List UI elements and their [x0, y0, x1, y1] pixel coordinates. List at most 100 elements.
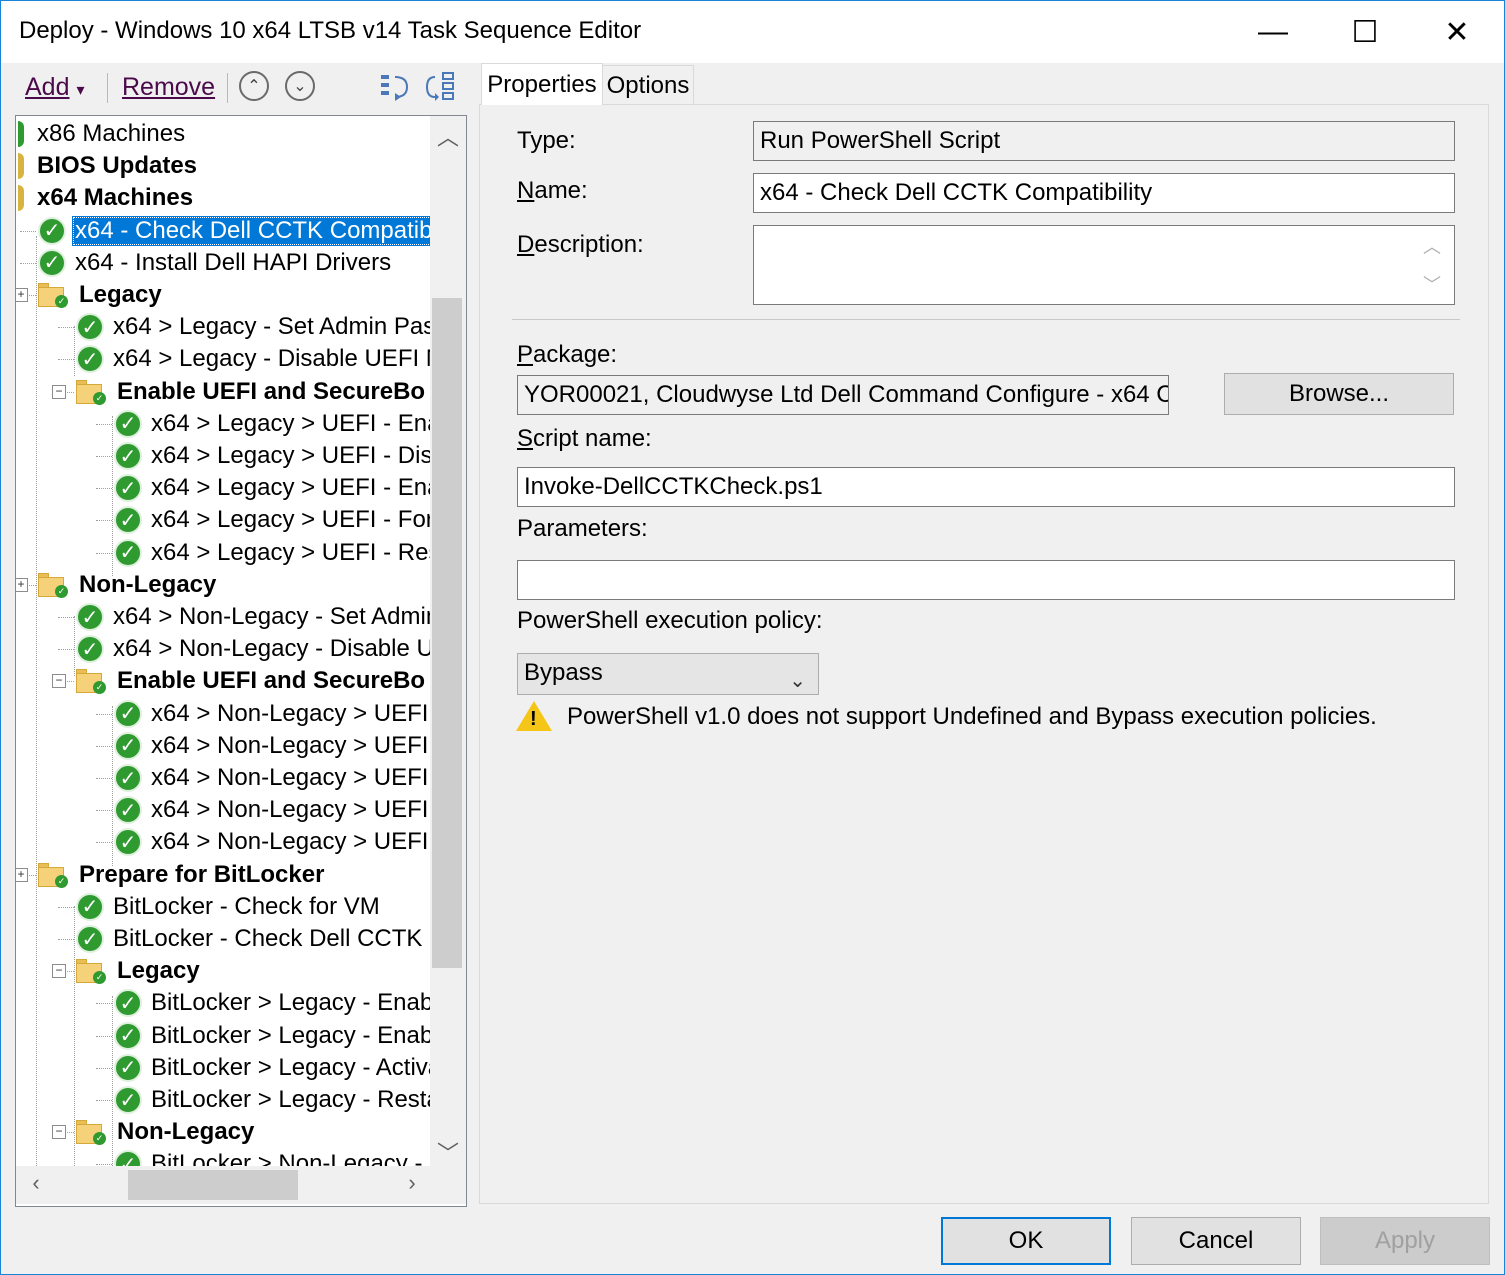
tree-step-item[interactable]: ✓ x64 > Non-Legacy > UEFI - E — [114, 699, 466, 729]
parameters-label: Parameters: — [517, 515, 648, 542]
description-textarea[interactable] — [753, 225, 1455, 305]
tree-vertical-scrollbar[interactable]: ︿ ﹀ — [430, 116, 466, 1166]
description-label: Description: — [517, 231, 644, 258]
tree-group-item[interactable]: ✓ Non-Legacy — [38, 570, 219, 600]
vertical-scroll-thumb[interactable] — [432, 298, 462, 968]
tree-step-item[interactable]: ✓ x64 > Non-Legacy - Disable UEF — [76, 634, 466, 664]
tree-view-icon[interactable] — [425, 71, 457, 103]
tree-step-item[interactable]: ✓ x64 > Legacy > UEFI - Enabl — [114, 473, 462, 503]
tree-step-item[interactable]: ✓ x64 - Install Dell HAPI Drivers — [38, 248, 394, 278]
tree-step-item[interactable]: ✓ BitLocker > Legacy - Restart — [114, 1085, 457, 1115]
tree-group-item[interactable]: ✓ Enable UEFI and SecureBo — [76, 666, 428, 696]
execution-policy-select[interactable]: Bypass ⌄ — [517, 653, 819, 695]
success-check-icon: ✓ — [76, 635, 104, 664]
tree-step-item[interactable]: ✓ BitLocker > Legacy - Enable — [114, 988, 455, 1018]
tree-step-item[interactable]: x86 Machines — [18, 119, 188, 149]
script-name-label: Script name: — [517, 425, 652, 452]
tree-step-item[interactable]: ✓ BitLocker - Check Dell CCTK Cor — [76, 924, 466, 954]
tree-expander-icon[interactable]: − — [52, 384, 66, 399]
maximize-button[interactable]: ☐ — [1319, 1, 1411, 63]
scroll-right-icon[interactable]: › — [400, 1170, 424, 1196]
close-button[interactable]: ✕ — [1411, 1, 1503, 63]
tree-expander-icon[interactable]: + — [16, 867, 28, 882]
script-name-field[interactable]: Invoke-DellCCTKCheck.ps1 — [517, 467, 1455, 507]
ok-button[interactable]: OK — [941, 1217, 1111, 1265]
scroll-down-icon[interactable]: ﹀ — [430, 1136, 466, 1168]
tree-expander-icon[interactable]: + — [16, 288, 28, 302]
tree-expander-icon[interactable]: + — [16, 577, 28, 592]
name-field[interactable]: x64 - Check Dell CCTK Compatibility — [753, 173, 1455, 213]
tree-item-label: x64 > Non-Legacy > UEFI -F — [151, 796, 458, 824]
tree-group-item[interactable]: ✓ Prepare for BitLocker — [38, 860, 327, 890]
task-sequence-tree[interactable]: + − + − + − − x86 Machines BIOS Updates x64 Mach… — [15, 115, 467, 1207]
horizontal-scroll-thumb[interactable] — [128, 1170, 298, 1200]
move-up-button[interactable]: ⌃ — [239, 71, 269, 101]
tree-step-item[interactable]: ✓ x64 > Legacy > UEFI - Enabl — [114, 409, 462, 439]
tree-expander-icon[interactable]: − — [52, 674, 66, 689]
tree-step-item[interactable]: ✓ x64 > Legacy - Set Admin Passw — [76, 312, 466, 342]
tree-connector — [96, 778, 112, 779]
scrollbar-corner — [430, 1166, 466, 1204]
tree-item-label: x64 > Legacy > UEFI - Disab — [151, 442, 460, 469]
description-label-rest: escription: — [534, 231, 644, 258]
tree-step-item[interactable]: ✓ x64 > Legacy > UEFI - Disab — [114, 441, 462, 471]
tree-group-item[interactable]: ✓ Legacy — [38, 280, 165, 310]
tree-item-label: x64 > Legacy > UEFI - Enabl — [151, 409, 460, 437]
tree-connector — [96, 1035, 112, 1037]
tree-connector — [96, 745, 112, 747]
window-title: Deploy - Windows 10 x64 LTSB v14 Task Se… — [19, 17, 642, 44]
cancel-button[interactable]: Cancel — [1131, 1217, 1301, 1265]
tree-connector — [58, 617, 74, 618]
tree-step-item[interactable]: ✓ x64 > Legacy > UEFI - Resta — [114, 538, 463, 568]
tab-properties[interactable]: Properties — [481, 63, 603, 105]
browse-button[interactable]: Browse... — [1224, 373, 1454, 415]
task-sequence-editor-window: Deploy - Windows 10 x64 LTSB v14 Task Se… — [0, 0, 1505, 1275]
scroll-up-icon[interactable]: ︿ — [430, 120, 466, 152]
success-check-icon: ✓ — [114, 506, 142, 535]
tree-item-label: x64 - Check Dell CCTK Compatibility — [72, 215, 466, 246]
success-check-icon — [18, 121, 24, 147]
tree-group-item[interactable]: ✓ Non-Legacy — [76, 1117, 257, 1147]
warning-exclamation: ! — [530, 708, 537, 730]
execution-policy-label: PowerShell execution policy: — [517, 607, 823, 634]
minimize-button[interactable]: — — [1227, 1, 1319, 63]
tree-step-item[interactable]: ✓ x64 > Legacy - Disable UEFI Net — [76, 344, 466, 374]
tree-item-label: Legacy — [117, 957, 200, 985]
type-field: Run PowerShell Script — [753, 121, 1455, 161]
tree-expander-icon[interactable]: − — [52, 1125, 66, 1140]
add-menu-button[interactable]: Add ▾ — [25, 73, 84, 102]
tree-step-item[interactable]: ✓ BitLocker > Legacy - Enable — [114, 1021, 455, 1051]
tree-step-item[interactable]: ✓ BitLocker - Check for VM — [76, 892, 383, 922]
tree-step-item[interactable]: ✓ x64 - Check Dell CCTK Compatibility — [38, 215, 466, 246]
tree-group-item[interactable]: ✓ Enable UEFI and SecureBo — [76, 377, 428, 407]
success-check-icon: ✓ — [76, 925, 104, 953]
remove-button[interactable]: Remove — [122, 73, 215, 102]
success-check-icon: ✓ — [114, 1086, 142, 1114]
tree-item-label: Enable UEFI and SecureBo — [117, 377, 426, 405]
tree-step-item[interactable]: ✓ x64 > Legacy > UEFI - Forma — [114, 505, 466, 535]
tree-step-item[interactable]: ✓ BitLocker > Legacy - Activat — [114, 1053, 451, 1083]
tree-connector — [96, 810, 112, 812]
scroll-left-icon[interactable]: ‹ — [24, 1170, 48, 1196]
tree-step-item[interactable]: ✓ x64 > Non-Legacy > UEFI -F — [114, 795, 461, 825]
tree-step-item[interactable]: x64 Machines — [18, 183, 196, 213]
tree-group-item[interactable]: ✓ Legacy — [76, 956, 203, 986]
success-check-icon: ✓ — [38, 248, 66, 277]
tree-step-item[interactable]: ✓ x64 > Non-Legacy > UEFI - F — [114, 827, 466, 857]
minimize-icon: — — [1258, 15, 1288, 48]
tab-options[interactable]: Options — [602, 65, 694, 105]
tree-step-item[interactable]: ✓ x64 > Non-Legacy - Set Admin P — [76, 602, 465, 632]
tree-connector — [20, 262, 36, 264]
group-folder-icon: ✓ — [76, 668, 106, 695]
tree-step-item[interactable]: ✓ x64 > Non-Legacy > UEFI - D — [114, 731, 466, 761]
success-check-icon: ✓ — [114, 796, 142, 825]
tree-step-item[interactable]: BIOS Updates — [18, 151, 200, 181]
parameters-field[interactable] — [517, 560, 1455, 600]
tree-horizontal-scrollbar[interactable]: ‹ › — [16, 1166, 430, 1204]
apply-button[interactable]: Apply — [1320, 1217, 1490, 1265]
tree-step-item[interactable]: ✓ x64 > Non-Legacy > UEFI - E — [114, 763, 466, 793]
properties-panel: Type: Run PowerShell Script Name: x64 - … — [479, 104, 1489, 1204]
tree-expander-icon[interactable]: − — [52, 964, 66, 979]
move-down-button[interactable]: ⌄ — [285, 71, 315, 101]
expand-collapse-icon[interactable] — [379, 71, 411, 103]
